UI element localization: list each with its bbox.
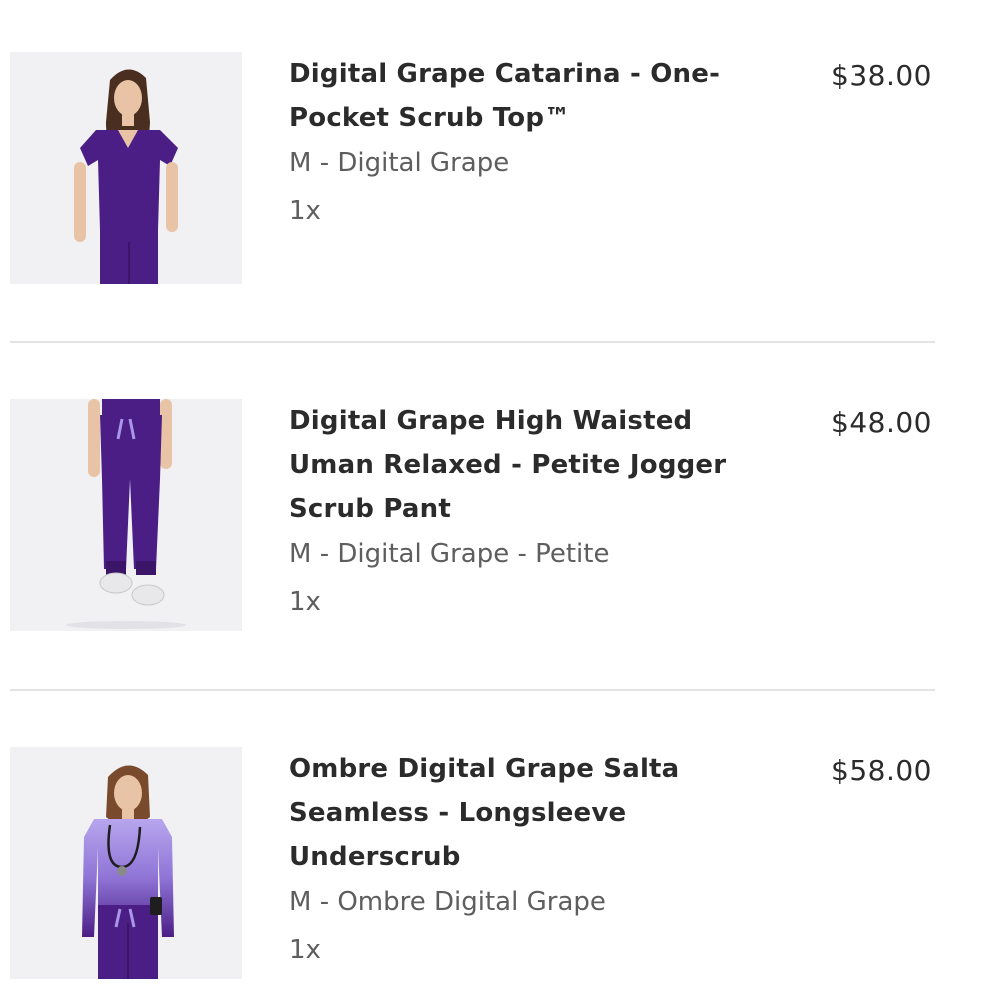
- jogger-pant-photo-icon: [10, 399, 242, 631]
- underscrub-photo-icon: [10, 747, 242, 979]
- cart-item[interactable]: Digital Grape Catarina - One- Pocket Scr…: [0, 52, 1000, 292]
- cart-item[interactable]: Ombre Digital Grape Salta Seamless - Lon…: [0, 747, 1000, 1000]
- product-price: $38.00: [831, 59, 932, 92]
- product-image-jogger-pant[interactable]: [10, 399, 242, 631]
- cart-item-list: Digital Grape Catarina - One- Pocket Scr…: [0, 0, 1000, 1000]
- product-title[interactable]: Digital Grape High Waisted Uman Relaxed …: [289, 399, 789, 531]
- item-divider: [10, 341, 935, 343]
- product-price: $48.00: [831, 406, 932, 439]
- product-quantity: 1x: [289, 196, 321, 226]
- item-divider: [10, 689, 935, 691]
- item-info: Digital Grape High Waisted Uman Relaxed …: [289, 399, 789, 627]
- item-info: Digital Grape Catarina - One- Pocket Scr…: [289, 52, 789, 236]
- cart-item[interactable]: Digital Grape High Waisted Uman Relaxed …: [0, 399, 1000, 679]
- product-variant: M - Digital Grape - Petite: [289, 539, 610, 569]
- product-image-underscrub[interactable]: [10, 747, 242, 979]
- product-variant: M - Digital Grape: [289, 148, 510, 178]
- product-image-scrub-top[interactable]: [10, 52, 242, 284]
- product-quantity: 1x: [289, 935, 321, 965]
- product-price: $58.00: [831, 754, 932, 787]
- product-title[interactable]: Ombre Digital Grape Salta Seamless - Lon…: [289, 747, 789, 879]
- item-info: Ombre Digital Grape Salta Seamless - Lon…: [289, 747, 789, 975]
- product-variant: M - Ombre Digital Grape: [289, 887, 606, 917]
- scrub-top-photo-icon: [10, 52, 242, 284]
- product-quantity: 1x: [289, 587, 321, 617]
- product-title[interactable]: Digital Grape Catarina - One- Pocket Scr…: [289, 52, 789, 140]
